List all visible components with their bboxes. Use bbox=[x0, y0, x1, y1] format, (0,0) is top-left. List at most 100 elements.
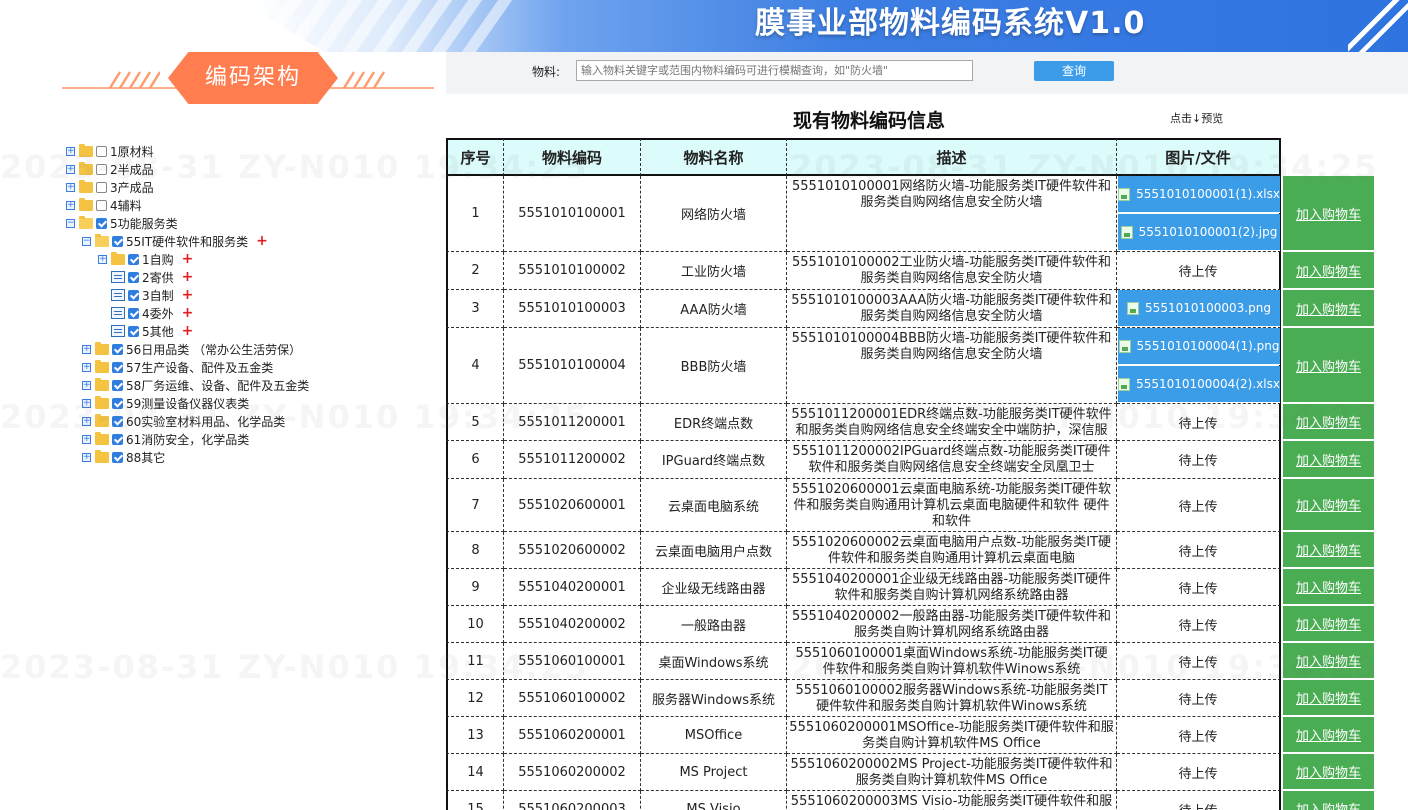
tree-checkbox[interactable] bbox=[112, 433, 123, 445]
search-button[interactable]: 查询 bbox=[1034, 61, 1114, 81]
add-to-cart-button[interactable]: 加入购物车 bbox=[1283, 680, 1374, 717]
file-link[interactable]: 5551010100001(2).jpg bbox=[1118, 214, 1280, 251]
tree-label[interactable]: 56日用品类 （常办公生活劳保） bbox=[126, 341, 301, 358]
tree-label[interactable]: 58厂务运维、设备、配件及五金类 bbox=[126, 377, 309, 394]
tree-label[interactable]: 3产成品 bbox=[110, 179, 154, 196]
tree-label[interactable]: 88其它 bbox=[126, 449, 165, 466]
tree-checkbox[interactable] bbox=[128, 253, 139, 265]
tree-node[interactable]: +4辅料 bbox=[66, 196, 142, 214]
file-link[interactable]: 5551010100004(1).png bbox=[1118, 328, 1280, 365]
collapse-icon[interactable]: − bbox=[66, 218, 75, 228]
add-to-cart-button[interactable]: 加入购物车 bbox=[1283, 404, 1374, 441]
expand-icon[interactable]: + bbox=[66, 146, 75, 156]
tree-node[interactable]: +58厂务运维、设备、配件及五金类 bbox=[82, 376, 309, 394]
add-to-cart-button[interactable]: 加入购物车 bbox=[1283, 252, 1374, 290]
tree-label[interactable]: 1原材料 bbox=[110, 143, 154, 160]
file-name[interactable]: 5551010100001(2).jpg bbox=[1139, 225, 1278, 239]
add-child-icon[interactable]: + bbox=[182, 269, 194, 285]
file-name[interactable]: 5551010100004(2).xlsx bbox=[1136, 377, 1280, 391]
tree-node[interactable]: +60实验室材料用品、化学品类 bbox=[82, 412, 285, 430]
tree-node[interactable]: +61消防安全，化学品类 bbox=[82, 430, 249, 448]
tree-checkbox[interactable] bbox=[112, 343, 123, 355]
tree-checkbox[interactable] bbox=[112, 451, 123, 463]
tree-node[interactable]: +88其它 bbox=[82, 448, 165, 466]
tree-node[interactable]: +1原材料 bbox=[66, 142, 154, 160]
add-to-cart-button[interactable]: 加入购物车 bbox=[1283, 441, 1374, 479]
tree-label[interactable]: 1自购 bbox=[142, 251, 174, 268]
tree-checkbox[interactable] bbox=[128, 325, 139, 337]
tree-checkbox[interactable] bbox=[112, 235, 123, 247]
add-child-icon[interactable]: + bbox=[182, 323, 194, 339]
expand-icon[interactable]: + bbox=[82, 452, 91, 462]
tree-node[interactable]: +2半成品 bbox=[66, 160, 154, 178]
add-to-cart-button[interactable]: 加入购物车 bbox=[1283, 176, 1374, 252]
tree-checkbox[interactable] bbox=[128, 271, 139, 283]
tree-checkbox[interactable] bbox=[96, 199, 107, 211]
tree-node[interactable]: +56日用品类 （常办公生活劳保） bbox=[82, 340, 301, 358]
expand-icon[interactable]: + bbox=[82, 416, 91, 426]
tree-node[interactable]: 3自制 + bbox=[98, 286, 193, 304]
tree-label[interactable]: 4辅料 bbox=[110, 197, 142, 214]
tree-label[interactable]: 2寄供 bbox=[142, 269, 174, 286]
tree-node[interactable]: 2寄供 + bbox=[98, 268, 193, 286]
tree-label[interactable]: 60实验室材料用品、化学品类 bbox=[126, 413, 285, 430]
tree-node[interactable]: +3产成品 bbox=[66, 178, 154, 196]
expand-icon[interactable]: + bbox=[82, 434, 91, 444]
add-to-cart-button[interactable]: 加入购物车 bbox=[1283, 754, 1374, 791]
file-name[interactable]: 5551010100003.png bbox=[1145, 301, 1271, 315]
coding-structure-tab[interactable]: 编码架构 bbox=[168, 52, 338, 104]
tree-node[interactable]: − 55IT硬件软件和服务类 + bbox=[82, 232, 268, 250]
tree-label[interactable]: 5其他 bbox=[142, 323, 174, 340]
add-to-cart-button[interactable]: 加入购物车 bbox=[1283, 290, 1374, 328]
tree-checkbox[interactable] bbox=[96, 163, 107, 175]
tree-node[interactable]: +57生产设备、配件及五金类 bbox=[82, 358, 273, 376]
file-name[interactable]: 5551010100001(1).xlsx bbox=[1136, 187, 1280, 201]
file-name[interactable]: 5551010100004(1).png bbox=[1137, 339, 1280, 353]
tree-checkbox[interactable] bbox=[112, 379, 123, 391]
tree-node[interactable]: +59测量设备仪器仪表类 bbox=[82, 394, 249, 412]
tree-label[interactable]: 55IT硬件软件和服务类 bbox=[126, 233, 248, 250]
tree-label[interactable]: 2半成品 bbox=[110, 161, 154, 178]
tree-node[interactable]: +1自购 + bbox=[98, 250, 193, 268]
tree-label[interactable]: 59测量设备仪器仪表类 bbox=[126, 395, 249, 412]
tree-checkbox[interactable] bbox=[128, 307, 139, 319]
expand-icon[interactable]: + bbox=[82, 380, 91, 390]
tree-label[interactable]: 4委外 bbox=[142, 305, 174, 322]
tree-checkbox[interactable] bbox=[96, 217, 107, 229]
tree-checkbox[interactable] bbox=[112, 415, 123, 427]
file-link[interactable]: 5551010100001(1).xlsx bbox=[1118, 176, 1280, 213]
add-child-icon[interactable]: + bbox=[182, 251, 194, 267]
add-to-cart-button[interactable]: 加入购物车 bbox=[1283, 717, 1374, 754]
file-link[interactable]: 5551010100003.png bbox=[1118, 290, 1280, 327]
expand-icon[interactable]: + bbox=[66, 200, 75, 210]
collapse-icon[interactable]: − bbox=[82, 236, 91, 246]
add-to-cart-button[interactable]: 加入购物车 bbox=[1283, 532, 1374, 569]
add-child-icon[interactable]: + bbox=[256, 233, 268, 249]
add-child-icon[interactable]: + bbox=[182, 287, 194, 303]
tree-node[interactable]: 4委外 + bbox=[98, 304, 193, 322]
tree-checkbox[interactable] bbox=[128, 289, 139, 301]
expand-icon[interactable]: + bbox=[66, 164, 75, 174]
expand-icon[interactable]: + bbox=[82, 398, 91, 408]
expand-icon[interactable]: + bbox=[98, 254, 107, 264]
expand-icon[interactable]: + bbox=[82, 344, 91, 354]
expand-icon[interactable]: + bbox=[66, 182, 75, 192]
tree-node[interactable]: 5其他 + bbox=[98, 322, 193, 340]
add-to-cart-button[interactable]: 加入购物车 bbox=[1283, 791, 1374, 810]
add-to-cart-button[interactable]: 加入购物车 bbox=[1283, 606, 1374, 643]
add-to-cart-button[interactable]: 加入购物车 bbox=[1283, 328, 1374, 404]
tree-label[interactable]: 57生产设备、配件及五金类 bbox=[126, 359, 273, 376]
add-child-icon[interactable]: + bbox=[182, 305, 194, 321]
tree-label[interactable]: 3自制 bbox=[142, 287, 174, 304]
add-to-cart-button[interactable]: 加入购物车 bbox=[1283, 479, 1374, 532]
file-link[interactable]: 5551010100004(2).xlsx bbox=[1118, 366, 1280, 403]
tree-checkbox[interactable] bbox=[112, 397, 123, 409]
search-input[interactable] bbox=[576, 60, 973, 81]
tree-label[interactable]: 61消防安全，化学品类 bbox=[126, 431, 249, 448]
tree-label[interactable]: 5功能服务类 bbox=[110, 215, 178, 232]
tree-checkbox[interactable] bbox=[96, 145, 107, 157]
expand-icon[interactable]: + bbox=[82, 362, 91, 372]
tree-checkbox[interactable] bbox=[112, 361, 123, 373]
add-to-cart-button[interactable]: 加入购物车 bbox=[1283, 643, 1374, 680]
tree-checkbox[interactable] bbox=[96, 181, 107, 193]
